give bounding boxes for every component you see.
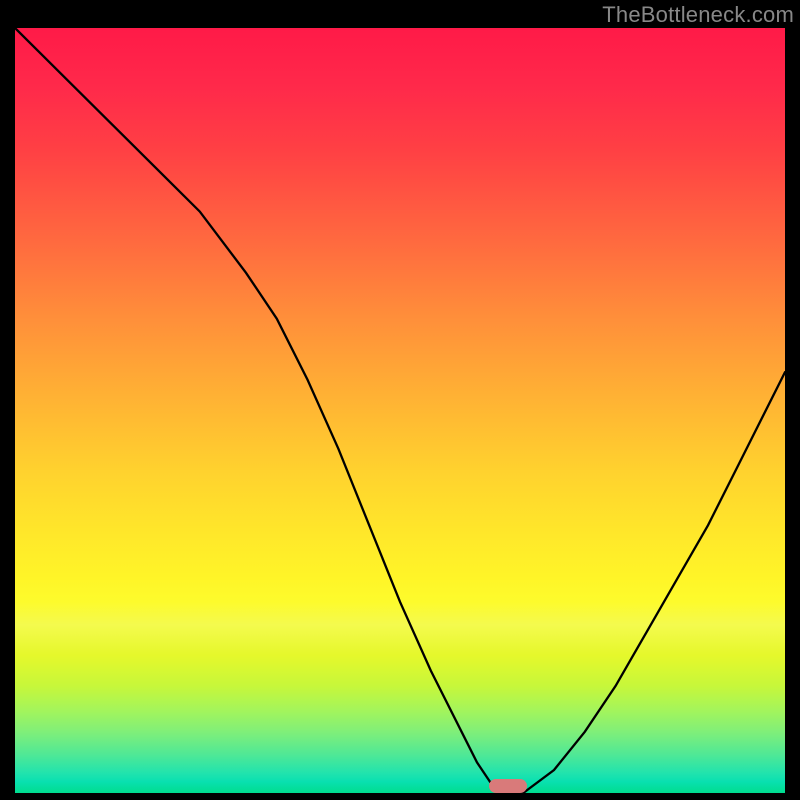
bottleneck-curve xyxy=(15,28,785,793)
plot-area xyxy=(15,28,785,793)
chart-frame: TheBottleneck.com xyxy=(0,0,800,800)
curve-svg xyxy=(15,28,785,793)
minimum-marker xyxy=(489,779,528,793)
watermark-text: TheBottleneck.com xyxy=(602,2,794,28)
